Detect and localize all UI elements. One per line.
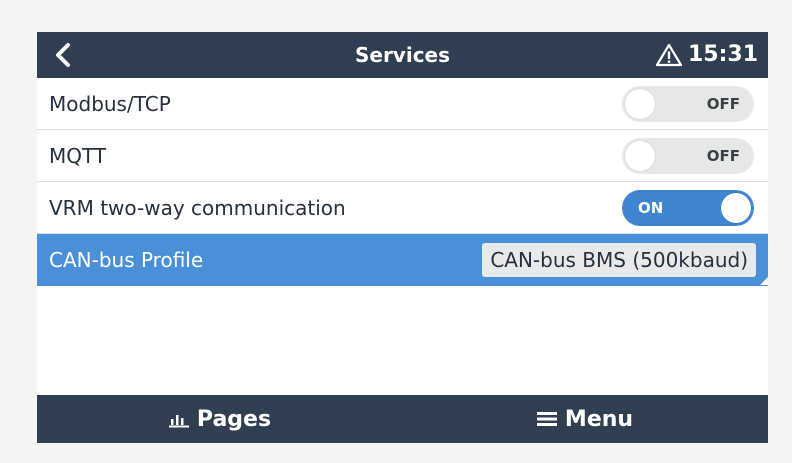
submenu-corner-indicator <box>760 277 768 285</box>
toggle-state-label: ON <box>638 199 664 217</box>
list-item-label: Modbus/TCP <box>49 92 171 116</box>
toggle-state-label: OFF <box>706 95 740 113</box>
list-item-mqtt[interactable]: MQTT OFF <box>37 130 768 182</box>
pages-label: Pages <box>196 406 272 432</box>
list-item-vrm-two-way[interactable]: VRM two-way communication ON <box>37 182 768 234</box>
device-screen: Services 15:31 Modbus/TCP OFF MQTT OFF V… <box>37 32 768 443</box>
hamburger-menu-icon <box>536 412 557 426</box>
status-area: 15:31 <box>655 32 758 78</box>
list-item-label: MQTT <box>49 144 107 168</box>
warning-icon[interactable] <box>655 43 682 67</box>
footer-bar: Pages Menu <box>37 395 768 443</box>
list-item-modbus-tcp[interactable]: Modbus/TCP OFF <box>37 78 768 130</box>
toggle-state-label: OFF <box>706 147 740 165</box>
modbus-tcp-toggle[interactable]: OFF <box>622 86 754 122</box>
toggle-knob <box>721 193 751 223</box>
vrm-two-way-toggle[interactable]: ON <box>622 190 754 226</box>
list-item-can-bus-profile[interactable]: CAN-bus Profile CAN-bus BMS (500kbaud) <box>37 234 768 286</box>
toggle-knob <box>625 141 655 171</box>
can-bus-profile-value[interactable]: CAN-bus BMS (500kbaud) <box>482 243 756 277</box>
menu-button[interactable]: Menu <box>402 395 768 443</box>
list-item-label: CAN-bus Profile <box>49 248 204 272</box>
services-list: Modbus/TCP OFF MQTT OFF VRM two-way comm… <box>37 78 768 286</box>
mqtt-toggle[interactable]: OFF <box>622 138 754 174</box>
pages-button[interactable]: Pages <box>37 395 403 443</box>
clock-time: 15:31 <box>687 42 758 67</box>
list-item-label: VRM two-way communication <box>49 196 346 220</box>
toggle-knob <box>625 89 655 119</box>
menu-label: Menu <box>564 406 634 432</box>
header-bar: Services 15:31 <box>37 32 768 78</box>
bar-chart-icon <box>168 415 189 428</box>
